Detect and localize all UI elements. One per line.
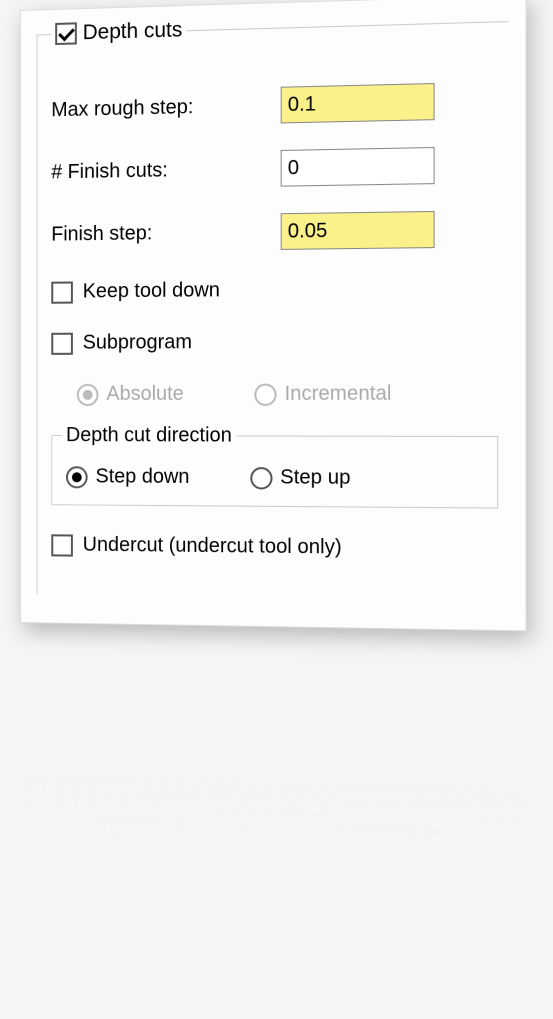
row-finish-step: Finish step: [51,210,498,253]
reflection: Undercut (undercut tool only) Depth cut … [20,770,527,1019]
label-finish-cuts: # Finish cuts: [51,157,280,184]
input-finish-step[interactable] [281,211,435,250]
input-max-rough-step[interactable] [281,83,435,123]
checkbox-subprogram[interactable]: Subprogram [51,329,498,355]
depth-cuts-toggle[interactable]: Depth cuts [55,18,182,46]
label-keep-tool-down: Keep tool down [83,279,220,303]
label-step-up: Step up [280,466,350,490]
checkbox-icon [51,332,73,354]
radio-step-up[interactable]: Step up [250,466,351,490]
label-incremental: Incremental [285,382,392,406]
radio-icon [66,466,88,488]
radio-absolute: Absolute [77,383,184,406]
checkbox-icon [51,281,73,303]
label-undercut: Undercut (undercut tool only) [83,534,342,560]
checkbox-keep-tool-down[interactable]: Keep tool down [51,276,498,303]
depth-cut-direction-group: Depth cut direction Step down Step up [51,424,498,509]
row-max-rough-step: Max rough step: [51,81,498,128]
depth-cuts-group: Depth cuts Max rough step: # Finish cuts… [37,9,509,601]
radio-step-down[interactable]: Step down [66,465,189,489]
label-max-rough-step: Max rough step: [51,93,280,121]
row-finish-cuts: # Finish cuts: [51,146,498,191]
radio-icon [77,383,99,405]
label-step-down: Step down [96,465,190,489]
label-finish-step: Finish step: [51,220,280,246]
checkbox-icon [51,534,73,556]
radio-icon [254,383,276,405]
depth-cuts-panel: Depth cuts Max rough step: # Finish cuts… [20,0,527,631]
label-subprogram: Subprogram [83,331,192,355]
radio-icon [250,467,272,490]
label-absolute: Absolute [106,383,183,406]
subprogram-mode-group: Absolute Incremental [77,382,498,406]
input-finish-cuts[interactable] [281,147,435,187]
direction-title: Depth cut direction [62,424,236,448]
radio-incremental: Incremental [254,382,391,406]
checkbox-undercut[interactable]: Undercut (undercut tool only) [51,533,498,561]
depth-cuts-title: Depth cuts [83,18,183,45]
checkbox-icon [55,22,77,45]
